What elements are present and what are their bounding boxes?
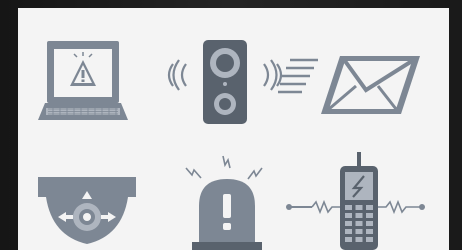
icon-grid: [38, 40, 425, 250]
dome-camera-icon: [38, 177, 136, 244]
alarm-speaker-icon: [167, 40, 283, 124]
laptop-warning-icon: [38, 41, 128, 120]
icon-panel: [18, 8, 449, 250]
mobile-phone-icon: [286, 152, 425, 250]
icon-collage-background: [0, 0, 462, 250]
email-envelope-icon: [278, 56, 420, 114]
siren-beacon-icon: [185, 155, 263, 250]
